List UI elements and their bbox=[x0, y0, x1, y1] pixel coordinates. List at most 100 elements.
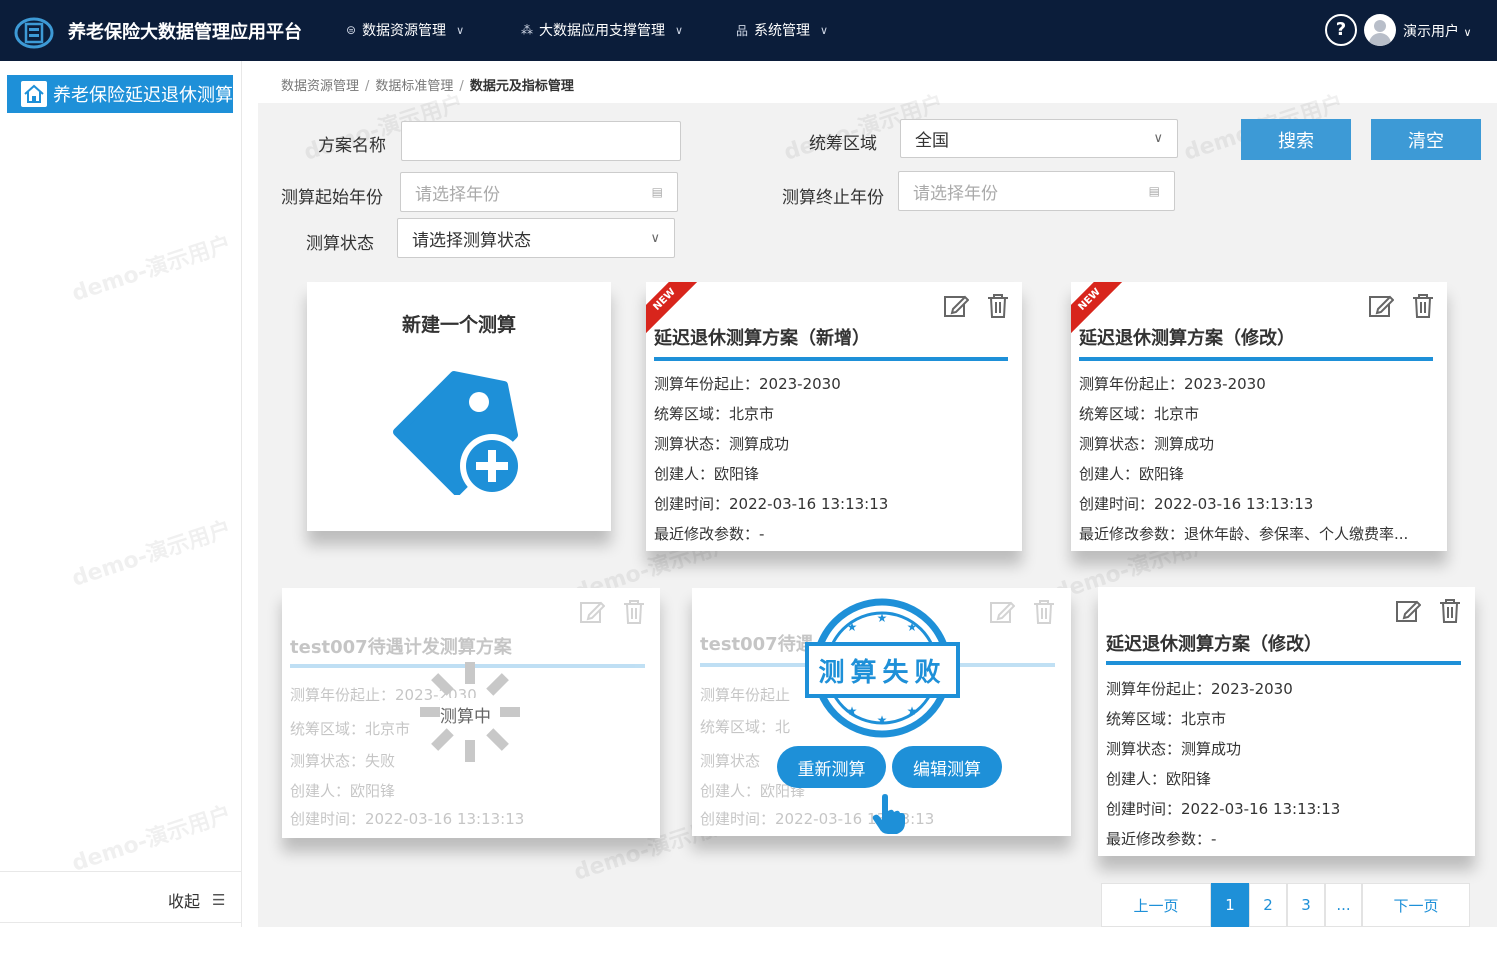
card-created: 创建时间：2022-03-16 13:13:13 bbox=[1079, 495, 1314, 513]
card-created: 创建时间：2022-03-16 13:13:13 bbox=[290, 810, 525, 828]
card-divider bbox=[654, 357, 1008, 361]
card-title: 延迟退休测算方案（新增） bbox=[654, 328, 870, 349]
prev-page-button[interactable]: 上一页 bbox=[1101, 883, 1211, 927]
end-year-placeholder: 请选择年份 bbox=[913, 183, 998, 204]
sidebar-item-retirement-calc[interactable]: 养老保险延迟退休测算 bbox=[7, 75, 233, 113]
delete-icon[interactable] bbox=[1411, 293, 1435, 319]
card-region: 统筹区域：北京市 bbox=[654, 405, 775, 423]
card-region: 统筹区域：北京市 bbox=[1106, 710, 1227, 728]
svg-text:★: ★ bbox=[847, 620, 858, 634]
delete-icon[interactable] bbox=[1032, 599, 1056, 625]
scheme-name-label: 方案名称 bbox=[318, 136, 386, 156]
chevron-down-icon: ∨ bbox=[456, 23, 465, 37]
edit-icon[interactable] bbox=[579, 599, 605, 625]
processing-label: 测算中 bbox=[440, 707, 491, 727]
delete-icon[interactable] bbox=[986, 293, 1010, 319]
chevron-down-icon: ∨ bbox=[1153, 131, 1163, 146]
collapse-button[interactable]: 收起 ☰ bbox=[0, 871, 242, 923]
delete-icon[interactable] bbox=[622, 599, 646, 625]
card-divider bbox=[1106, 661, 1461, 665]
collapse-label: 收起 bbox=[168, 892, 201, 911]
home-icon bbox=[21, 81, 47, 107]
retry-button[interactable]: 重新测算 bbox=[777, 746, 886, 788]
add-tag-icon bbox=[393, 371, 524, 495]
card-status: 测算状态：失败 bbox=[290, 752, 396, 770]
card-years: 测算年份起止：2023-2030 bbox=[1106, 680, 1293, 698]
nav-bigdata-support[interactable]: ⁂ 大数据应用支撑管理 ∨ bbox=[521, 20, 683, 40]
clear-button[interactable]: 清空 bbox=[1371, 119, 1481, 160]
app-title: 养老保险大数据管理应用平台 bbox=[68, 22, 302, 43]
watermark: demo-演示用户 bbox=[68, 231, 235, 307]
breadcrumb-current: 数据元及指标管理 bbox=[469, 79, 574, 94]
start-year-picker[interactable]: 请选择年份 ▤ bbox=[400, 172, 678, 212]
page-ellipsis: ... bbox=[1325, 883, 1362, 927]
page-button-3[interactable]: 3 bbox=[1287, 883, 1325, 927]
chevron-down-icon: ∨ bbox=[820, 23, 829, 37]
user-menu[interactable]: 演示用户 ∨ bbox=[1403, 21, 1472, 41]
card-region: 统筹区域：北京市 bbox=[290, 720, 411, 738]
scheme-name-input[interactable] bbox=[401, 121, 681, 161]
page-button-2[interactable]: 2 bbox=[1249, 883, 1287, 927]
card-title: 延迟退休测算方案（修改） bbox=[1079, 328, 1295, 349]
chevron-down-icon: ∨ bbox=[675, 23, 684, 37]
end-year-picker[interactable]: 请选择年份 ▤ bbox=[898, 171, 1175, 211]
sidebar: 养老保险延迟退休测算 demo-演示用户 demo-演示用户 demo-演示用户… bbox=[0, 61, 242, 927]
card-region: 统筹区域：北京市 bbox=[1079, 405, 1200, 423]
edit-icon[interactable] bbox=[1368, 293, 1394, 319]
start-year-placeholder: 请选择年份 bbox=[415, 184, 500, 205]
edit-icon[interactable] bbox=[989, 599, 1015, 625]
start-year-label: 测算起始年份 bbox=[281, 188, 383, 208]
card-modified: 最近修改参数：- bbox=[654, 525, 765, 543]
failed-stamp: ★ ★ ★ ★ ★ ★ 测算失败 bbox=[805, 598, 960, 738]
sitemap-icon: 品 bbox=[736, 23, 749, 38]
nav-data-resources[interactable]: ⊜ 数据资源管理 ∨ bbox=[346, 20, 464, 40]
svg-text:★: ★ bbox=[877, 611, 888, 625]
card-status: 测算状态：测算成功 bbox=[1079, 435, 1215, 453]
search-button[interactable]: 搜索 bbox=[1241, 119, 1351, 160]
card-title: test007待遇 bbox=[700, 634, 814, 655]
help-icon[interactable]: ? bbox=[1325, 14, 1357, 46]
user-name: 演示用户 bbox=[1403, 24, 1459, 40]
card-created: 创建时间：2022-03-16 13:13:13 bbox=[654, 495, 889, 513]
region-select[interactable]: 全国 ∨ bbox=[900, 119, 1178, 158]
top-bar: 养老保险大数据管理应用平台 ⊜ 数据资源管理 ∨ ⁂ 大数据应用支撑管理 ∨ 品… bbox=[0, 0, 1497, 61]
card-status: 测算状态：测算成功 bbox=[1106, 740, 1242, 758]
avatar[interactable] bbox=[1364, 14, 1396, 46]
calc-card[interactable]: NEW 延迟退休测算方案（新增） 测算年份起止：2023-2030 统筹区域：北… bbox=[646, 282, 1022, 551]
card-creator: 创建人：欧阳锋 bbox=[1079, 465, 1185, 483]
breadcrumb-item[interactable]: 数据资源管理 bbox=[281, 79, 359, 94]
new-calc-card[interactable]: 新建一个测算 bbox=[307, 282, 611, 531]
status-value: 请选择测算状态 bbox=[412, 230, 531, 251]
status-select[interactable]: 请选择测算状态 ∨ bbox=[397, 218, 675, 258]
svg-text:★: ★ bbox=[907, 704, 918, 718]
status-label: 测算状态 bbox=[306, 234, 374, 254]
card-region: 统筹区域：北 bbox=[700, 718, 791, 736]
card-divider bbox=[1079, 357, 1433, 361]
card-creator: 创建人：欧阳锋 bbox=[290, 782, 396, 800]
edit-icon[interactable] bbox=[943, 293, 969, 319]
edit-calc-button[interactable]: 编辑测算 bbox=[892, 746, 1002, 788]
delete-icon[interactable] bbox=[1438, 598, 1462, 624]
calc-card[interactable]: 延迟退休测算方案（修改） 测算年份起止：2023-2030 统筹区域：北京市 测… bbox=[1098, 587, 1475, 856]
sidebar-item-label: 养老保险延迟退休测算 bbox=[53, 85, 233, 106]
database-icon: ⊜ bbox=[346, 23, 357, 37]
card-creator: 创建人：欧阳锋 bbox=[1106, 770, 1212, 788]
card-years: 测算年份起止 bbox=[700, 686, 791, 704]
edit-icon[interactable] bbox=[1395, 598, 1421, 624]
nav-label: 大数据应用支撑管理 bbox=[539, 23, 665, 39]
region-label: 统筹区域 bbox=[809, 134, 877, 154]
nav-system[interactable]: 品 系统管理 ∨ bbox=[736, 20, 828, 40]
chevron-down-icon: ∨ bbox=[650, 230, 660, 246]
next-page-button[interactable]: 下一页 bbox=[1362, 883, 1470, 927]
svg-text:★: ★ bbox=[877, 713, 888, 727]
card-modified: 最近修改参数：- bbox=[1106, 830, 1217, 848]
card-years: 测算年份起止：2023-2030 bbox=[654, 375, 841, 393]
watermark: demo-演示用户 bbox=[68, 516, 235, 592]
svg-text:★: ★ bbox=[847, 704, 858, 718]
hand-pointer-icon bbox=[872, 794, 905, 834]
card-years: 测算年份起止：2023-2030 bbox=[1079, 375, 1266, 393]
page-button-1[interactable]: 1 bbox=[1211, 883, 1249, 927]
watermark: demo-演示用户 bbox=[68, 801, 235, 877]
calc-card[interactable]: NEW 延迟退休测算方案（修改） 测算年份起止：2023-2030 统筹区域：北… bbox=[1071, 282, 1447, 551]
card-modified: 最近修改参数：退休年龄、参保率、个人缴费率... bbox=[1079, 525, 1409, 543]
